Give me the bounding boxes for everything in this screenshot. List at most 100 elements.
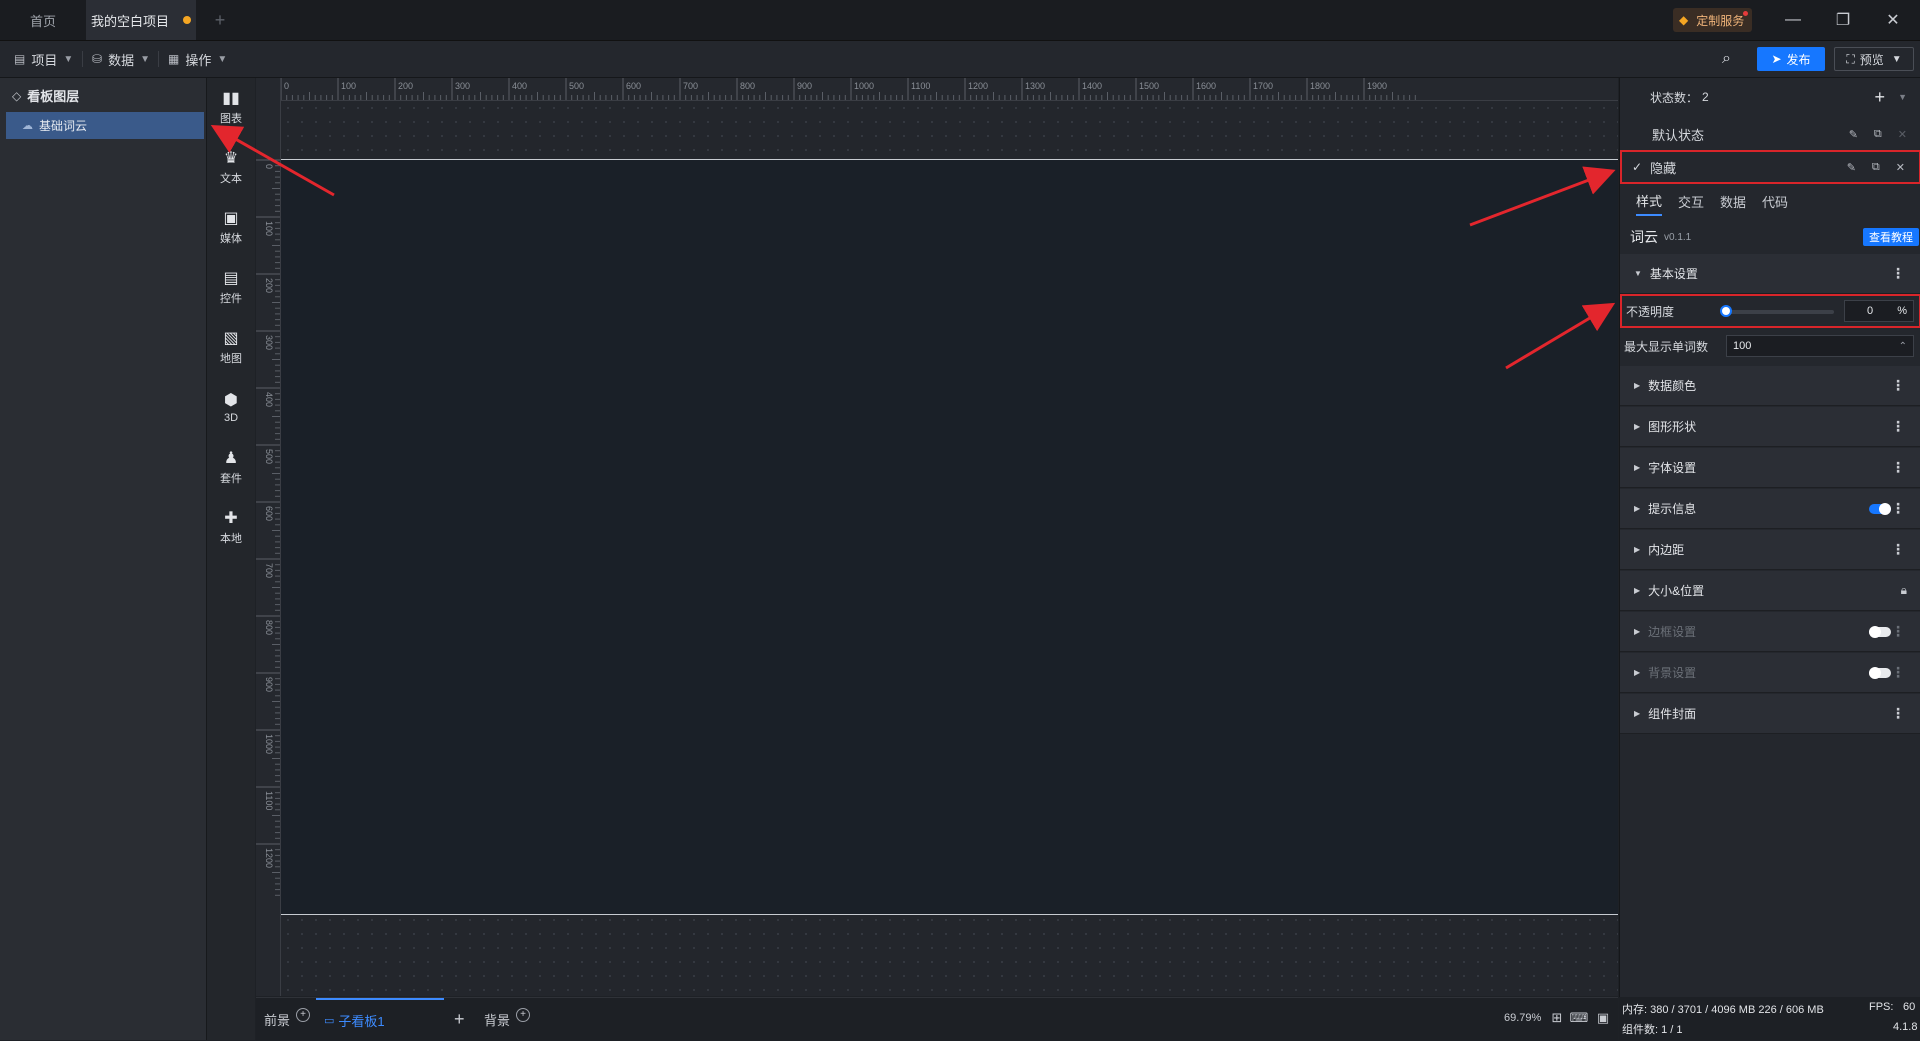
section-size-position[interactable]: ▶ 大小&位置 🔒︎ — [1620, 571, 1920, 611]
component-header: 词云 v0.1.1 查看教程 — [1620, 224, 1920, 250]
more-icon[interactable]: ⋮ — [1891, 500, 1905, 517]
comp-suite[interactable]: ♟ 套件 — [207, 438, 255, 496]
tab-label: 交互 — [1678, 194, 1705, 210]
bottom-bar: 前景 + ▭ 子看板1 + 背景 + 69.79% ⊞ ⌨ ▣ — [256, 997, 1618, 1041]
menu-operate[interactable]: ▦ 操作 ▼ — [168, 41, 227, 77]
ruler-label: 700 — [264, 563, 274, 578]
ruler-label: 300 — [455, 81, 470, 91]
more-icon[interactable]: ⋮ — [1891, 705, 1905, 722]
section-background[interactable]: ▶ 背景设置 ⋮ — [1620, 653, 1920, 693]
tab-interaction[interactable]: 交互 — [1678, 186, 1704, 216]
component-version: v0.1.1 — [1664, 231, 1692, 243]
caret-right-icon: ▶ — [1634, 504, 1641, 513]
tab-style[interactable]: 样式 — [1636, 186, 1663, 216]
more-icon[interactable]: ⋮ — [1891, 377, 1905, 394]
custom-service-button[interactable]: ◆ 定制服务 — [1673, 8, 1753, 32]
section-font[interactable]: ▶ 字体设置 ⋮ — [1620, 448, 1920, 488]
copy-icon[interactable]: ⧉ — [1874, 128, 1882, 141]
add-tab-icon[interactable]: + — [200, 0, 240, 40]
comp-map[interactable]: ▧ 地图 — [207, 318, 255, 376]
dashboard-board[interactable] — [281, 159, 1618, 915]
comp-chart[interactable]: ▮▮ 图表 — [207, 78, 255, 136]
max-words-input[interactable]: 100 ⌃ — [1726, 335, 1914, 357]
ruler-label: 500 — [569, 81, 584, 91]
tab-bar: 首页 我的空白项目 + ◆ 定制服务 — ❐ ✕ — [0, 0, 1920, 41]
menu-data[interactable]: ⛁ 数据 ▼ — [92, 41, 150, 77]
section-border[interactable]: ▶ 边框设置 ⋮ — [1620, 612, 1920, 652]
state-item-default[interactable]: 默认状态 ✎ ⧉ ✕ — [1620, 118, 1920, 150]
more-icon[interactable]: ⋮ — [1891, 623, 1905, 640]
chevron-up-icon[interactable]: ⌃ — [1899, 341, 1907, 352]
view-tutorial-button[interactable]: 查看教程 — [1863, 228, 1919, 246]
add-circle-icon[interactable]: + — [516, 1007, 531, 1022]
keyboard-icon[interactable]: ⌨ — [1570, 1009, 1589, 1027]
layer-item-wordcloud[interactable]: ☁ 基础词云 — [6, 112, 204, 139]
section-label: 字体设置 — [1648, 461, 1697, 475]
notification-dot — [1743, 11, 1749, 16]
section-padding[interactable]: ▶ 内边距 ⋮ — [1620, 530, 1920, 570]
ruler-label: 900 — [264, 677, 274, 692]
minimize-icon[interactable]: — — [1768, 0, 1818, 40]
tab-home[interactable]: 首页 — [0, 0, 86, 40]
tooltip-toggle[interactable] — [1869, 502, 1891, 515]
ruler-label: 1100 — [911, 81, 930, 91]
comp-label: 套件 — [220, 473, 242, 485]
comp-text[interactable]: ♛ 文本 — [207, 138, 255, 196]
opacity-slider-handle[interactable] — [1720, 305, 1732, 317]
background-toggle[interactable] — [1869, 666, 1891, 679]
publish-button[interactable]: ➤ 发布 — [1757, 47, 1825, 71]
menu-project[interactable]: ▤ 项目 ▼ — [14, 41, 73, 77]
opacity-input[interactable]: 0 % — [1844, 300, 1914, 322]
section-tooltip[interactable]: ▶ 提示信息 ⋮ — [1620, 489, 1920, 529]
state-count-row: 状态数： 2 + ▼ — [1620, 78, 1920, 116]
ruler-label: 1500 — [1139, 81, 1159, 91]
section-label: 内边距 — [1648, 543, 1685, 557]
comp-control[interactable]: ▤ 控件 — [207, 258, 255, 316]
add-state-icon[interactable]: + — [1874, 87, 1885, 108]
more-icon[interactable]: ⋮ — [1891, 541, 1905, 558]
search-icon[interactable]: ⌕ — [1722, 41, 1731, 77]
state-item-hidden[interactable]: ✓ 隐藏 ✎ ⧉ ✕ — [1620, 150, 1920, 184]
tab-project[interactable]: 我的空白项目 — [86, 0, 196, 40]
layer-front-tab[interactable]: 前景 + — [264, 998, 311, 1041]
fit-screen-icon[interactable]: ⊞ — [1548, 1009, 1566, 1027]
send-icon: ➤ — [1771, 52, 1782, 66]
close-window-icon[interactable]: ✕ — [1868, 0, 1918, 40]
section-cover[interactable]: ▶ 组件封面 ⋮ — [1620, 694, 1920, 734]
terminal-icon[interactable]: ▣ — [1594, 1009, 1612, 1027]
delete-icon[interactable]: ✕ — [1898, 128, 1907, 141]
edit-icon[interactable]: ✎ — [1847, 161, 1856, 174]
lock-icon[interactable]: 🔒︎ — [1901, 583, 1907, 598]
section-basic[interactable]: ▼ 基本设置 ⋮ — [1620, 254, 1920, 294]
section-data-color[interactable]: ▶ 数据颜色 ⋮ — [1620, 366, 1920, 406]
more-icon[interactable]: ⋮ — [1891, 418, 1905, 435]
sub-board-tab[interactable]: ▭ 子看板1 — [316, 998, 444, 1041]
chevron-down-icon[interactable]: ▼ — [1898, 92, 1907, 102]
tab-data[interactable]: 数据 — [1720, 186, 1746, 216]
add-board-icon[interactable]: + — [454, 998, 465, 1041]
more-icon[interactable]: ⋮ — [1891, 265, 1905, 282]
opacity-label: 不透明度 — [1626, 304, 1675, 319]
comp-local[interactable]: ✚ 本地 — [207, 498, 255, 556]
more-icon[interactable]: ⋮ — [1891, 459, 1905, 476]
preview-button[interactable]: ⛶ 预览 ▼ — [1834, 47, 1914, 71]
add-circle-icon[interactable]: + — [296, 1007, 311, 1022]
ruler-label: 1100 — [264, 791, 274, 810]
comp-media[interactable]: ▣ 媒体 — [207, 198, 255, 256]
layer-background-tab[interactable]: 背景 + — [484, 998, 531, 1041]
caret-right-icon: ▶ — [1634, 545, 1641, 554]
comp-3d[interactable]: ⬢ 3D — [207, 378, 255, 436]
restore-icon[interactable]: ❐ — [1818, 0, 1868, 40]
zoom-level[interactable]: 69.79% — [1504, 1012, 1541, 1024]
caret-right-icon: ▶ — [1634, 381, 1641, 390]
more-icon[interactable]: ⋮ — [1891, 664, 1905, 681]
section-shape[interactable]: ▶ 图形形状 ⋮ — [1620, 407, 1920, 447]
grid-icon: ▦ — [168, 52, 180, 66]
border-toggle[interactable] — [1869, 625, 1891, 638]
preview-label: 预览 — [1859, 52, 1884, 67]
delete-icon[interactable]: ✕ — [1896, 161, 1905, 174]
copy-icon[interactable]: ⧉ — [1872, 161, 1880, 174]
edit-icon[interactable]: ✎ — [1849, 128, 1858, 141]
opacity-slider-track[interactable] — [1724, 310, 1834, 314]
tab-code[interactable]: 代码 — [1762, 186, 1788, 216]
